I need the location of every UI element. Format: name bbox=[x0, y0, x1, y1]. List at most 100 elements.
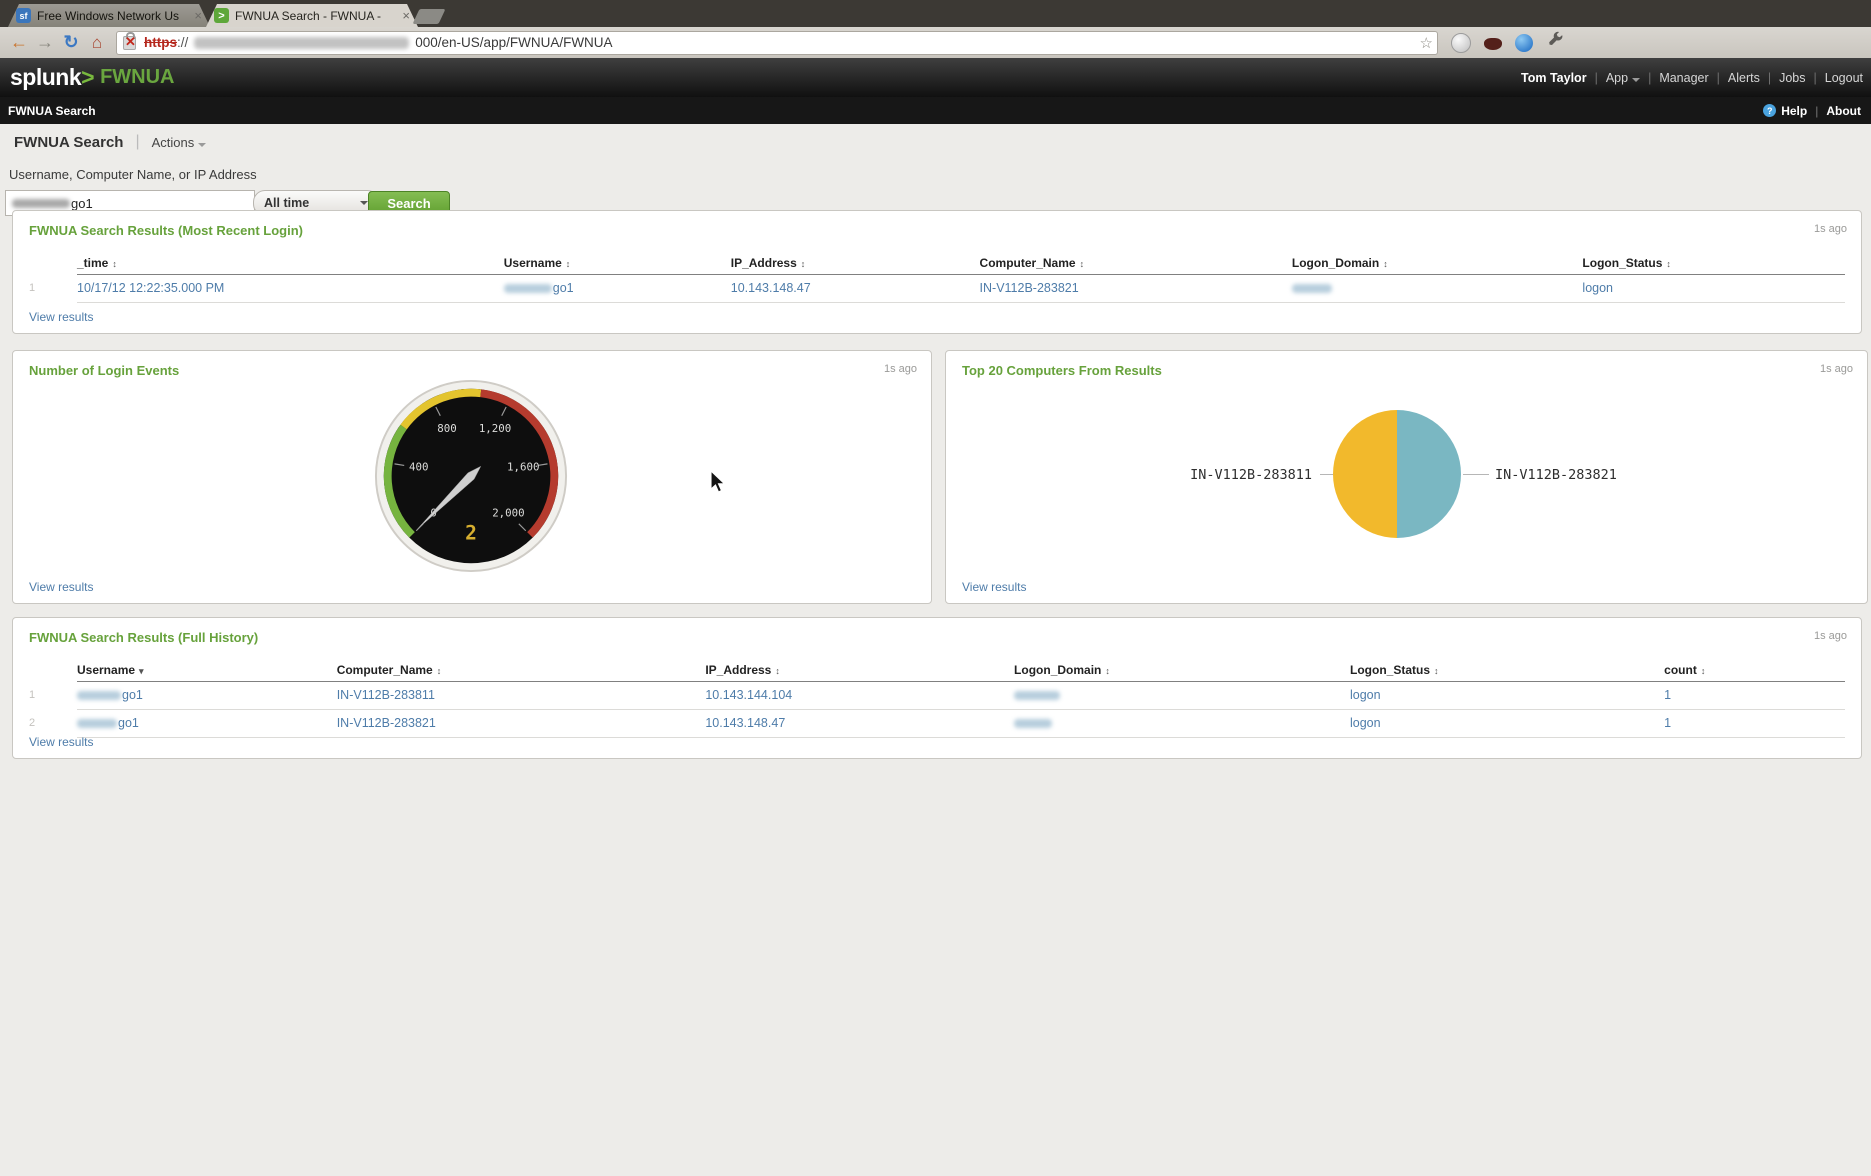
table-cell[interactable] bbox=[1291, 274, 1583, 303]
column-header[interactable]: _time ↕ bbox=[77, 253, 504, 275]
tab-close-icon[interactable]: × bbox=[402, 9, 410, 22]
divider bbox=[1768, 71, 1771, 85]
view-results-link[interactable]: View results bbox=[962, 580, 1026, 594]
pie-slice[interactable] bbox=[1333, 410, 1397, 538]
address-bar[interactable]: https :// 000/en-US/app/FWNUA/FWNUA ☆ bbox=[116, 30, 1438, 55]
bookmark-star-icon[interactable]: ☆ bbox=[1420, 34, 1433, 52]
sort-icon[interactable]: ▾ bbox=[139, 666, 144, 676]
sort-icon[interactable]: ↕ bbox=[112, 259, 117, 269]
redacted-input-value bbox=[12, 198, 70, 208]
nav-jobs[interactable]: Jobs bbox=[1779, 71, 1805, 85]
svg-text:400: 400 bbox=[409, 461, 428, 474]
column-header[interactable]: Logon_Domain ↕ bbox=[1291, 253, 1583, 275]
panel-login-events: Number of Login Events 1s ago 04008001,2… bbox=[12, 350, 932, 700]
sort-icon[interactable]: ↕ bbox=[437, 666, 442, 676]
wrench-menu-icon[interactable] bbox=[1547, 31, 1565, 54]
pie-slice[interactable] bbox=[1397, 410, 1461, 538]
user-menu[interactable]: Tom Taylor bbox=[1521, 71, 1587, 85]
forward-button[interactable]: → bbox=[32, 32, 58, 53]
full-history-table: Username ▾ Computer_Name ↕ IP_Address ↕ Logon_… bbox=[29, 660, 1845, 738]
table-cell[interactable] bbox=[1014, 681, 1350, 710]
svg-text:2: 2 bbox=[465, 522, 477, 545]
nav-logout[interactable]: Logout bbox=[1825, 71, 1863, 85]
column-header[interactable]: Computer_Name ↕ bbox=[336, 660, 706, 682]
redacted-value bbox=[77, 691, 121, 701]
svg-text:800: 800 bbox=[437, 422, 456, 435]
table-cell[interactable]: go1 bbox=[77, 709, 337, 738]
tab-title: Free Windows Network Us bbox=[37, 8, 180, 23]
actions-menu[interactable]: Actions bbox=[152, 135, 207, 150]
sort-icon[interactable]: ↕ bbox=[775, 666, 780, 676]
sort-icon[interactable]: ↕ bbox=[1105, 666, 1110, 676]
help-link[interactable]: Help bbox=[1781, 104, 1807, 118]
table-cell[interactable]: IN-V112B-283821 bbox=[336, 709, 706, 738]
sort-icon[interactable]: ↕ bbox=[566, 259, 571, 269]
column-header[interactable]: IP_Address ↕ bbox=[705, 660, 1015, 682]
table-cell[interactable]: logon bbox=[1350, 681, 1665, 710]
column-header[interactable]: Computer_Name ↕ bbox=[979, 253, 1292, 275]
view-results-link[interactable]: View results bbox=[29, 310, 93, 324]
table-cell[interactable]: 10.143.148.47 bbox=[730, 274, 980, 303]
table-cell[interactable]: 10.143.144.104 bbox=[705, 681, 1015, 710]
sort-icon[interactable]: ↕ bbox=[1383, 259, 1388, 269]
home-button[interactable]: ⌂ bbox=[84, 33, 110, 53]
blue-globe-extension-icon[interactable] bbox=[1515, 33, 1533, 52]
column-header[interactable]: Logon_Domain ↕ bbox=[1014, 660, 1350, 682]
sort-icon[interactable]: ↕ bbox=[801, 259, 806, 269]
table-cell[interactable]: IN-V112B-283821 bbox=[979, 274, 1292, 303]
svg-text:1,200: 1,200 bbox=[479, 422, 511, 435]
nav-manager[interactable]: Manager bbox=[1659, 71, 1708, 85]
sort-icon[interactable]: ↕ bbox=[1701, 666, 1706, 676]
new-tab-button[interactable] bbox=[412, 9, 446, 24]
dashboard-page: FWNUA Search Actions Username, Computer … bbox=[0, 124, 1871, 1176]
table-cell[interactable]: IN-V112B-283811 bbox=[336, 681, 706, 710]
pie-slice-label: IN-V112B-283821 bbox=[1495, 467, 1617, 483]
panel-age: 1s ago bbox=[1813, 223, 1847, 235]
sort-icon[interactable]: ↕ bbox=[1434, 666, 1439, 676]
reload-button[interactable]: ↻ bbox=[58, 32, 84, 53]
table-cell[interactable]: logon bbox=[1350, 709, 1665, 738]
globe-extension-icon[interactable] bbox=[1451, 32, 1471, 53]
table-cell[interactable]: 1 bbox=[1664, 681, 1845, 710]
column-header[interactable]: Logon_Status ↕ bbox=[1350, 660, 1665, 682]
sort-icon[interactable]: ↕ bbox=[1080, 259, 1085, 269]
nav-alerts[interactable]: Alerts bbox=[1728, 71, 1760, 85]
sort-icon[interactable]: ↕ bbox=[1666, 259, 1671, 269]
tab-close-icon[interactable]: × bbox=[194, 9, 202, 22]
divider bbox=[1814, 71, 1817, 85]
panel-age: 1s ago bbox=[1819, 363, 1853, 375]
column-header[interactable]: Username ↕ bbox=[503, 253, 731, 275]
table-cell[interactable]: 1 bbox=[1664, 709, 1845, 738]
panel-full-history: FWNUA Search Results (Full History) 1s a… bbox=[12, 617, 1862, 759]
column-header[interactable]: count ↕ bbox=[1664, 660, 1845, 682]
table-cell[interactable]: 10/17/12 12:22:35.000 PM bbox=[77, 274, 504, 303]
login-events-gauge[interactable]: 04008001,2001,6002,0002 bbox=[373, 378, 569, 574]
column-header[interactable]: IP_Address ↕ bbox=[730, 253, 980, 275]
divider bbox=[1648, 71, 1651, 85]
browser-tab-active[interactable]: > FWNUA Search - FWNUA - × bbox=[206, 4, 418, 27]
splunk-header: splunk> FWNUA Tom Taylor App Manager Ale… bbox=[0, 58, 1871, 97]
top-computers-pie[interactable] bbox=[1327, 404, 1467, 544]
column-header[interactable]: Username ▾ bbox=[77, 660, 337, 682]
table-cell[interactable]: go1 bbox=[77, 681, 337, 710]
nav-app[interactable]: App bbox=[1606, 71, 1641, 85]
panel-title: FWNUA Search Results (Full History) bbox=[29, 630, 259, 645]
redacted-value bbox=[77, 719, 117, 729]
input-visible-text: go1 bbox=[71, 195, 93, 211]
panel-recent-login: FWNUA Search Results (Most Recent Login)… bbox=[12, 210, 1862, 334]
back-button[interactable]: ← bbox=[6, 32, 32, 53]
table-cell[interactable]: 10.143.148.47 bbox=[705, 709, 1015, 738]
url-scheme: https bbox=[144, 35, 177, 50]
panel-title: Number of Login Events bbox=[29, 363, 180, 378]
browser-tab-inactive[interactable]: sf Free Windows Network Us × bbox=[8, 4, 210, 27]
table-cell[interactable] bbox=[1014, 709, 1350, 738]
chevron-down-icon bbox=[1632, 77, 1641, 82]
table-cell[interactable]: go1 bbox=[503, 274, 731, 303]
about-link[interactable]: About bbox=[1826, 104, 1861, 118]
app-bar: FWNUA Search ? Help About bbox=[0, 97, 1871, 124]
mask-extension-icon[interactable] bbox=[1484, 37, 1502, 50]
view-results-link[interactable]: View results bbox=[29, 580, 93, 594]
table-cell[interactable]: logon bbox=[1582, 274, 1845, 303]
column-header[interactable]: Logon_Status ↕ bbox=[1582, 253, 1845, 275]
view-results-link[interactable]: View results bbox=[29, 735, 93, 749]
